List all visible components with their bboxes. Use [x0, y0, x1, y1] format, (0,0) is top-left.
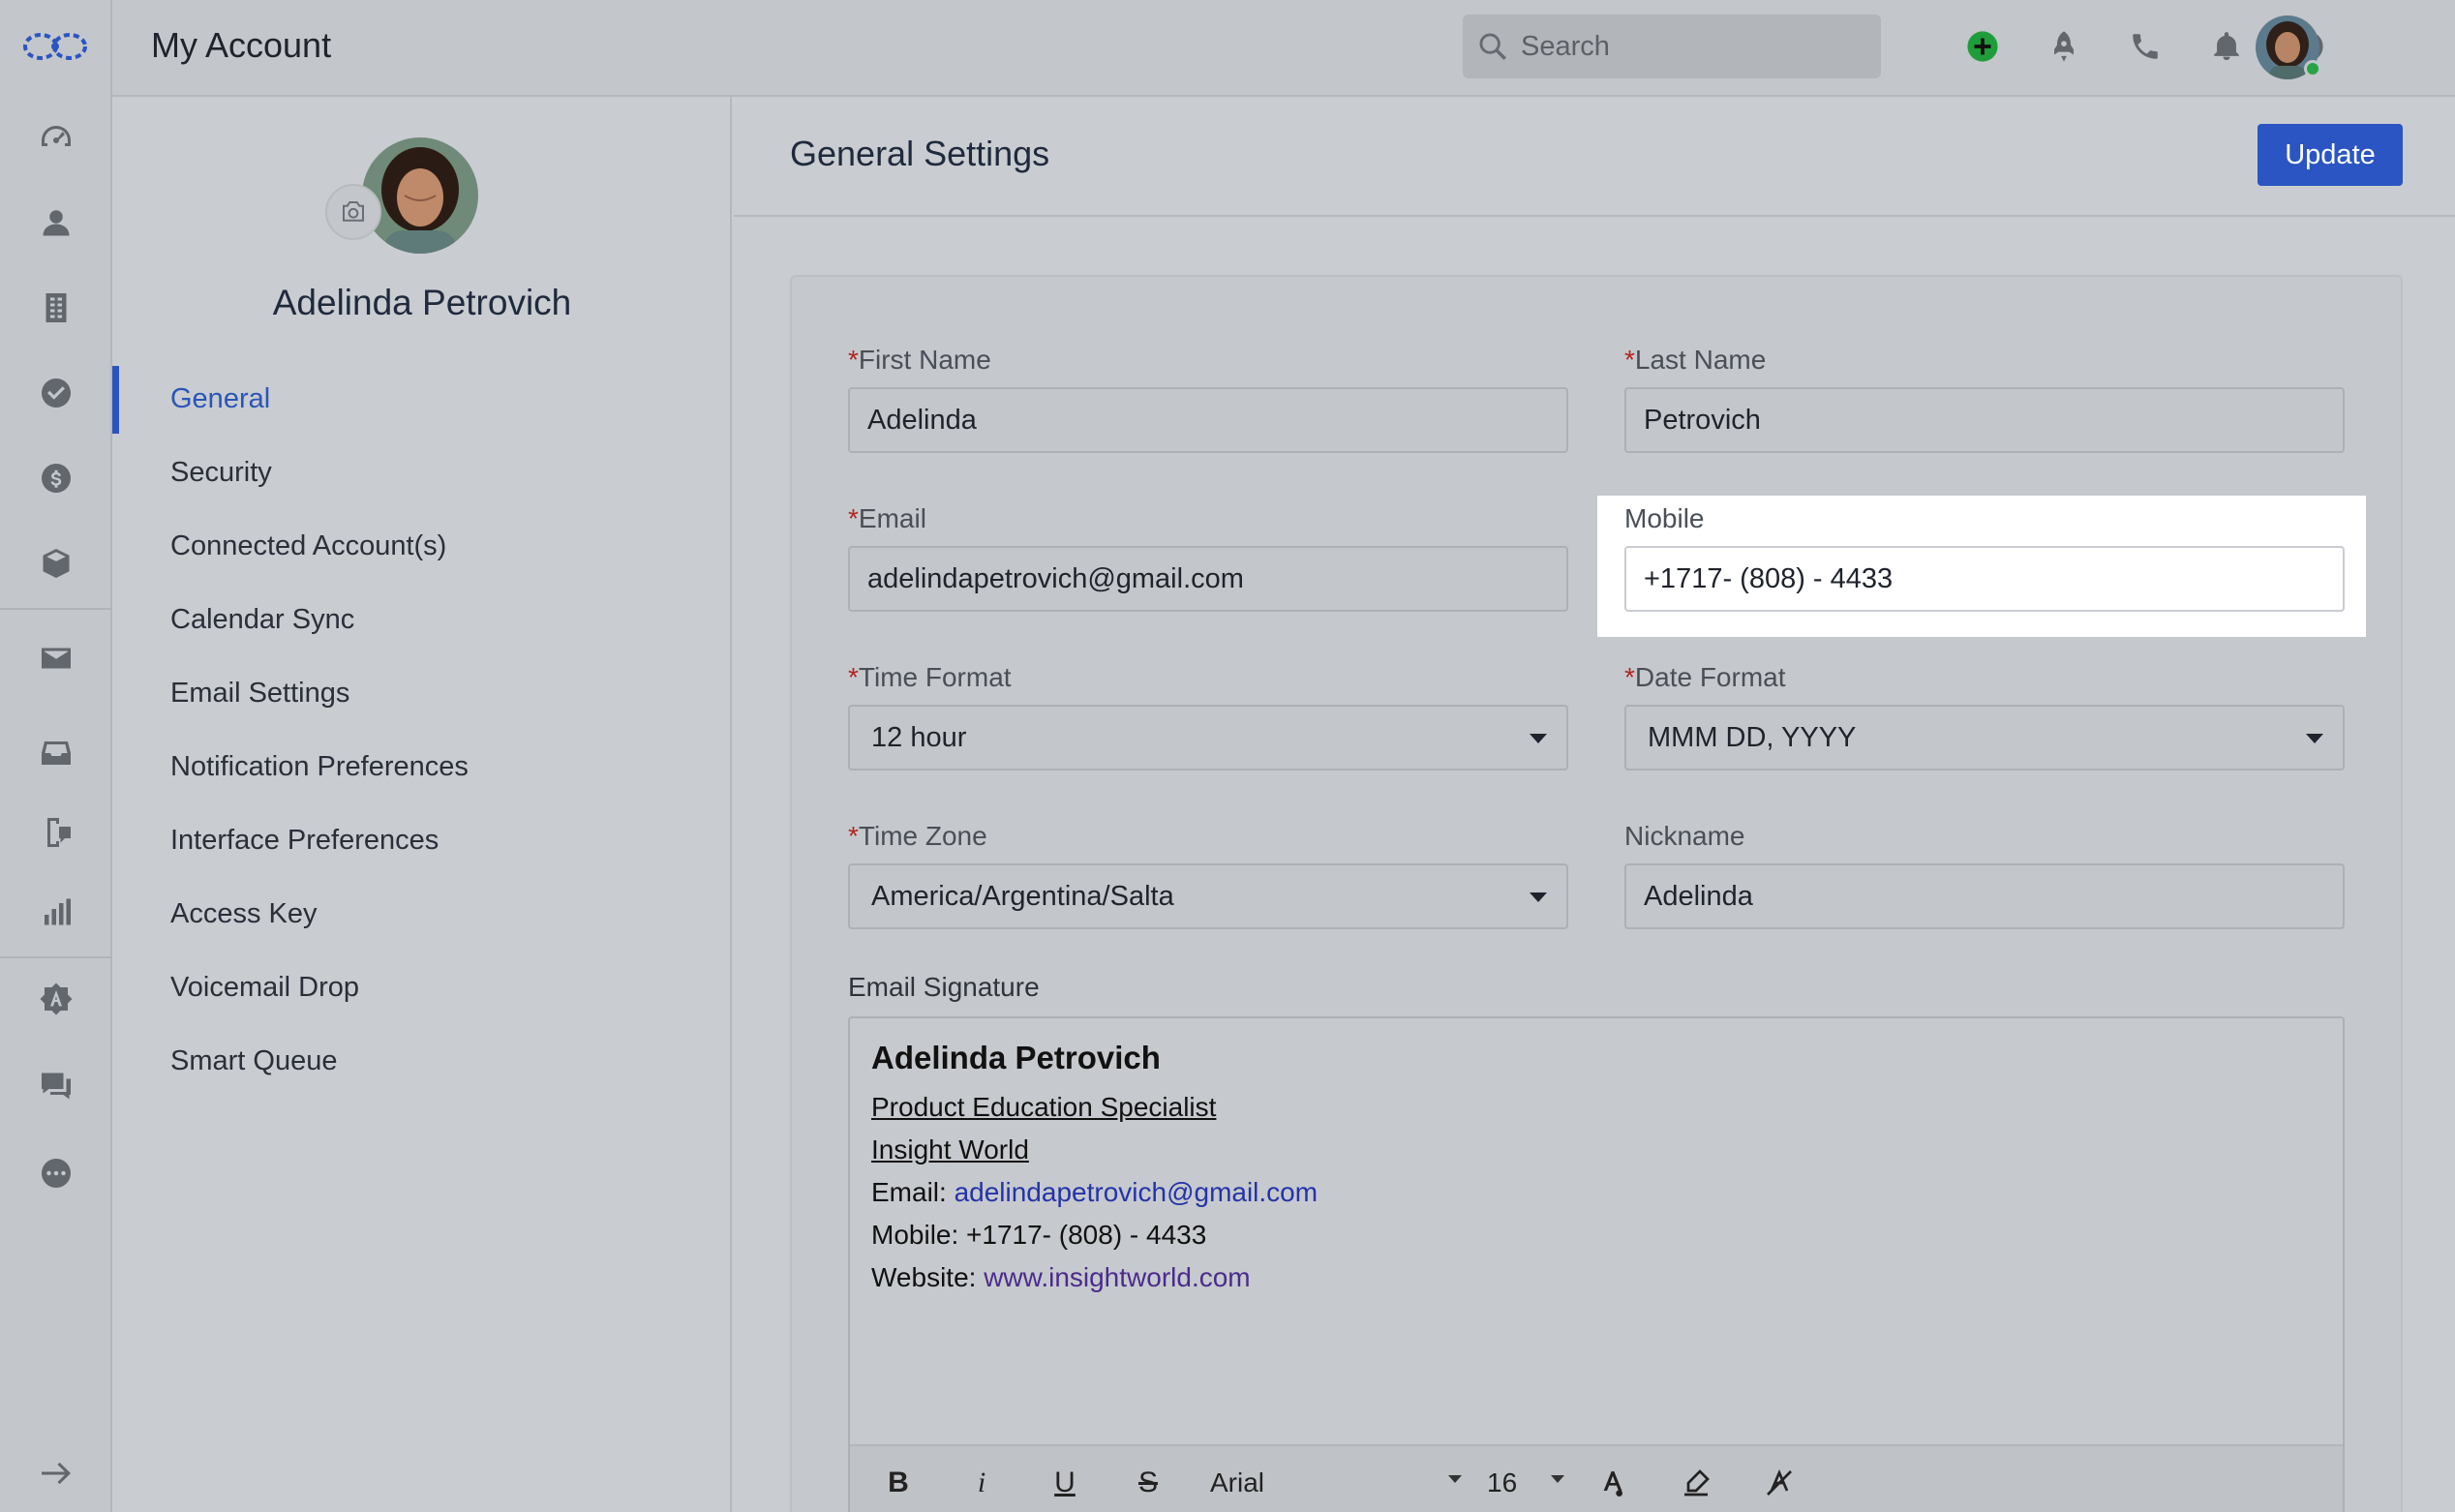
editor-toolbar: B i U S Arial 16 [850, 1444, 2343, 1512]
top-bar: My Account [112, 0, 2455, 97]
clear-format-button[interactable] [1760, 1462, 1799, 1504]
highlighter-icon [1684, 1469, 1710, 1497]
search-icon [1479, 33, 1506, 60]
nickname-field[interactable]: Adelinda [1624, 863, 2345, 929]
time-zone-value: America/Argentina/Salta [871, 880, 1174, 912]
chevron-down-icon [1448, 1475, 1462, 1483]
mobile-field[interactable]: +1717- (808) - 4433 [1624, 546, 2345, 612]
nickname-label: Nickname [1624, 821, 1745, 851]
date-format-select[interactable]: MMM DD, YYYY [1624, 705, 2345, 771]
reports-icon[interactable] [37, 892, 76, 931]
page-title: My Account [151, 25, 332, 65]
time-format-label: *Time Format [848, 662, 1012, 692]
signature-website-prefix: Website: [871, 1262, 985, 1292]
signature-name: Adelinda Petrovich [871, 1040, 1161, 1075]
last-name-field[interactable]: Petrovich [1624, 387, 2345, 453]
time-format-value: 12 hour [871, 721, 967, 753]
email-label: *Email [848, 503, 926, 533]
menu-item-access-key[interactable]: Access Key [170, 898, 318, 930]
section-title: General Settings [790, 134, 1050, 173]
time-zone-label: *Time Zone [848, 821, 987, 851]
expand-arrow-icon[interactable] [37, 1454, 76, 1493]
font-size-value: 16 [1487, 1467, 1518, 1497]
first-name-field[interactable]: Adelinda [848, 387, 1568, 453]
automation-icon[interactable] [37, 980, 76, 1018]
font-family-select[interactable]: Arial [1210, 1462, 1462, 1504]
first-name-label: *First Name [848, 345, 991, 375]
profile-name: Adelinda Petrovich [272, 283, 572, 322]
clear-format-icon [1767, 1468, 1792, 1496]
tasks-check-icon[interactable] [37, 374, 76, 412]
menu-item-calendar-sync[interactable]: Calendar Sync [170, 604, 354, 636]
add-circle-icon[interactable] [1963, 27, 2002, 66]
font-size-select[interactable]: 16 [1487, 1462, 1564, 1504]
menu-item-notification-preferences[interactable]: Notification Preferences [170, 751, 469, 783]
companies-icon[interactable] [37, 288, 76, 327]
contacts-icon[interactable] [37, 203, 76, 242]
signature-mobile: Mobile: +1717- (808) - 4433 [871, 1220, 1207, 1250]
chevron-down-icon [1530, 892, 1547, 902]
profile-photo [362, 137, 478, 254]
date-format-value: MMM DD, YYYY [1648, 721, 1857, 753]
app-logo-icon[interactable] [21, 27, 89, 66]
signature-website-link[interactable]: www.insightworld.com [984, 1262, 1250, 1292]
content-header: General Settings Update [734, 97, 2455, 217]
strikethrough-button[interactable]: S [1131, 1462, 1166, 1504]
search-input[interactable] [1521, 30, 1869, 63]
bold-button[interactable]: B [881, 1462, 916, 1504]
signature-content[interactable]: Adelinda Petrovich Product Education Spe… [871, 1040, 1318, 1299]
time-zone-select[interactable]: America/Argentina/Salta [848, 863, 1568, 929]
camera-icon [343, 201, 364, 222]
menu-item-security[interactable]: Security [170, 457, 272, 489]
menu-item-connected-accounts[interactable]: Connected Account(s) [170, 530, 446, 562]
search-box[interactable] [1463, 15, 1881, 78]
signature-title: Product Education Specialist [871, 1092, 1217, 1122]
products-box-icon[interactable] [37, 544, 76, 583]
signature-email-prefix: Email: [871, 1177, 955, 1207]
font-family-value: Arial [1210, 1467, 1265, 1497]
menu-item-smart-queue[interactable]: Smart Queue [170, 1045, 337, 1077]
last-name-label: *Last Name [1624, 345, 1767, 375]
mobile-label: Mobile [1624, 503, 1705, 533]
phone-icon[interactable] [2126, 27, 2165, 66]
bell-icon[interactable] [2207, 27, 2246, 66]
more-icon[interactable] [37, 1154, 76, 1193]
chat-icon[interactable] [37, 1067, 76, 1105]
highlight-button[interactable] [1677, 1462, 1715, 1504]
text-color-button[interactable] [1593, 1462, 1632, 1504]
chevron-down-icon [2306, 734, 2323, 743]
date-format-label: *Date Format [1624, 662, 1786, 692]
change-photo-button[interactable] [325, 184, 381, 240]
email-field[interactable]: adelindapetrovich@gmail.com [848, 546, 1568, 612]
dashboard-icon[interactable] [37, 118, 76, 157]
signature-email-link[interactable]: adelindapetrovich@gmail.com [955, 1177, 1318, 1207]
menu-item-voicemail-drop[interactable]: Voicemail Drop [170, 972, 359, 1004]
rocket-icon[interactable] [2045, 27, 2083, 66]
chevron-down-icon [1551, 1475, 1564, 1483]
phone-chat-icon[interactable] [37, 813, 76, 852]
time-format-select[interactable]: 12 hour [848, 705, 1568, 771]
italic-button[interactable]: i [964, 1462, 999, 1504]
menu-item-email-settings[interactable]: Email Settings [170, 678, 349, 710]
active-menu-indicator [112, 366, 119, 434]
signature-editor[interactable]: Adelinda Petrovich Product Education Spe… [848, 1016, 2345, 1512]
menu-item-general[interactable]: General [170, 383, 270, 415]
signature-company: Insight World [871, 1134, 1029, 1164]
underline-button[interactable]: U [1047, 1462, 1082, 1504]
chevron-down-icon [1530, 734, 1547, 743]
left-rail [0, 0, 112, 1512]
update-button[interactable]: Update [2258, 124, 2403, 186]
deals-dollar-icon[interactable] [37, 459, 76, 498]
mail-icon[interactable] [37, 639, 76, 678]
text-color-icon [1603, 1471, 1622, 1497]
menu-item-interface-preferences[interactable]: Interface Preferences [170, 825, 439, 857]
email-signature-label: Email Signature [848, 972, 1040, 1002]
inbox-icon[interactable] [37, 734, 76, 772]
online-status-dot [2304, 60, 2321, 77]
